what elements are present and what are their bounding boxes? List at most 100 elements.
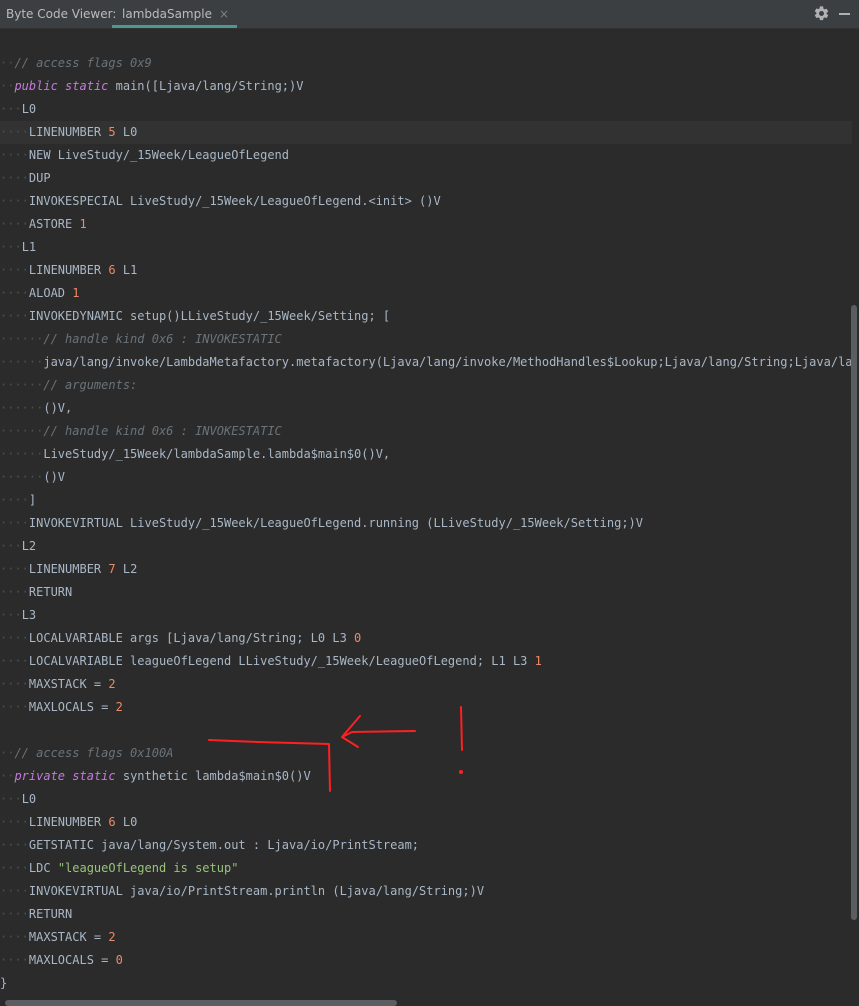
code-token: 2 [108,930,116,944]
indent-guide: ···· [0,263,29,277]
code-token: static [65,79,109,93]
code-line[interactable]: ······// handle kind 0x6 : INVOKESTATIC [0,328,852,351]
code-line[interactable]: ······// arguments: [0,374,852,397]
indent-guide: ··· [0,240,22,254]
code-line[interactable]: ····LOCALVARIABLE args [Ljava/lang/Strin… [0,627,852,650]
code-line[interactable]: ····RETURN [0,903,852,926]
code-line[interactable]: ······// handle kind 0x6 : INVOKESTATIC [0,420,852,443]
code-token: 5 [108,125,116,139]
code-line[interactable]: ····INVOKEVIRTUAL java/io/PrintStream.pr… [0,880,852,903]
indent-guide: ·· [0,746,15,760]
code-token: LINENUMBER [28,562,109,576]
code-line[interactable]: ····] [0,489,852,512]
code-line[interactable]: } [0,972,852,995]
code-token: MAXLOCALS = [28,953,116,967]
gear-icon[interactable] [813,5,830,22]
code-line[interactable]: ··// access flags 0x100A [0,742,852,765]
code-line[interactable]: ··// access flags 0x9 [0,52,852,75]
code-line[interactable]: ····LINENUMBER 7 L2 [0,558,852,581]
horizontal-scrollbar[interactable] [5,1000,397,1006]
code-line[interactable]: ····MAXSTACK = 2 [0,673,852,696]
code-line[interactable]: ····ASTORE 1 [0,213,852,236]
code-line[interactable]: ····MAXLOCALS = 0 [0,949,852,972]
indent-guide: ······ [0,332,44,346]
code-token: 1 [72,286,80,300]
code-line[interactable]: ······()V, [0,397,852,420]
code-token: L1 [21,240,37,254]
code-line[interactable]: ···L0 [0,788,852,811]
code-line[interactable]: ····MAXSTACK = 2 [0,926,852,949]
code-line[interactable]: ····MAXLOCALS = 2 [0,696,852,719]
indent-guide: ···· [0,562,29,576]
code-token: L0 [115,125,138,139]
code-line[interactable]: ····INVOKEDYNAMIC setup()LLiveStudy/_15W… [0,305,852,328]
code-token: 1 [79,217,87,231]
tab-lambdasample[interactable]: lambdaSample × [112,0,238,28]
code-token: 2 [115,700,123,714]
code-line[interactable]: ····ALOAD 1 [0,282,852,305]
bytecode-editor[interactable]: ··// access flags 0x9 ··public static mai… [0,29,859,1006]
code-token: 1 [534,654,542,668]
code-token: 6 [108,815,116,829]
indent-guide: ···· [0,217,29,231]
code-line[interactable]: ··private static synthetic lambda$main$0… [0,765,852,788]
indent-guide: ······ [0,424,44,438]
code-line[interactable]: ····INVOKESPECIAL LiveStudy/_15Week/Leag… [0,190,852,213]
code-line[interactable]: ····INVOKEVIRTUAL LiveStudy/_15Week/Leag… [0,512,852,535]
vertical-scrollbar[interactable] [851,305,857,920]
code-line[interactable]: ······()V [0,466,852,489]
code-line[interactable]: ····RETURN [0,581,852,604]
close-icon[interactable]: × [219,8,229,20]
indent-guide: ···· [0,194,29,208]
code-line[interactable]: ····GETSTATIC java/lang/System.out : Lja… [0,834,852,857]
code-token: ()V [43,470,66,484]
indent-guide: ······ [0,470,44,484]
code-token: private [14,769,66,783]
code-token: LDC [28,861,58,875]
code-token: 0 [115,953,123,967]
code-line[interactable]: ···L3 [0,604,852,627]
indent-guide: ···· [0,953,29,967]
indent-guide: ···· [0,171,29,185]
indent-guide: ···· [0,309,29,323]
code-line[interactable]: ···L0 [0,98,852,121]
indent-guide: ···· [0,884,29,898]
code-token: INVOKEDYNAMIC setup()LLiveStudy/_15Week/… [28,309,391,323]
code-token: // access flags 0x100A [14,746,174,760]
indent-guide: ······ [0,401,44,415]
code-token: ] [28,493,37,507]
indent-guide: ·· [0,79,15,93]
code-line[interactable]: ····LINENUMBER 6 L0 [0,811,852,834]
code-token: // handle kind 0x6 : INVOKESTATIC [43,332,282,346]
code-line[interactable]: ····LINENUMBER 5 L0 [0,121,852,144]
code-line[interactable]: ····LOCALVARIABLE leagueOfLegend LLiveSt… [0,650,852,673]
code-token: L1 [115,263,138,277]
indent-guide: ···· [0,125,29,139]
indent-guide: ···· [0,585,29,599]
code-line[interactable]: ····LINENUMBER 6 L1 [0,259,852,282]
code-line[interactable]: ····NEW LiveStudy/_15Week/LeagueOfLegend [0,144,852,167]
code-line[interactable] [0,719,852,742]
code-token: LiveStudy/_15Week/lambdaSample.lambda$ma… [43,447,391,461]
code-line[interactable]: ···L1 [0,236,852,259]
tool-window-title: Byte Code Viewer: [6,7,117,21]
code-token: L0 [115,815,138,829]
indent-guide: ···· [0,516,29,530]
code-line[interactable]: ····LDC "leagueOfLegend is setup" [0,857,852,880]
code-token: GETSTATIC java/lang/System.out : Ljava/i… [28,838,420,852]
code-token: java/lang/invoke/LambdaMetafactory.metaf… [43,355,852,369]
indent-guide: ······ [0,355,44,369]
code-line[interactable]: ····DUP [0,167,852,190]
code-token: static [72,769,116,783]
minimize-icon[interactable] [839,13,850,15]
code-token: L0 [21,102,37,116]
code-token: 7 [108,562,116,576]
code-line[interactable]: ··public static main([Ljava/lang/String;… [0,75,852,98]
code-line[interactable]: ···L2 [0,535,852,558]
tool-window-header: Byte Code Viewer: lambdaSample × [0,0,859,29]
code-token: RETURN [28,907,73,921]
code-token: L0 [21,792,37,806]
code-line[interactable]: ······java/lang/invoke/LambdaMetafactory… [0,351,852,374]
code-line[interactable]: ······LiveStudy/_15Week/lambdaSample.lam… [0,443,852,466]
